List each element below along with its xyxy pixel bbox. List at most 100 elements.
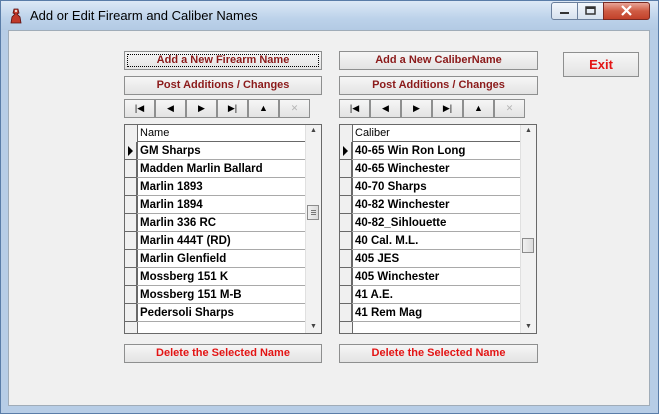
table-row[interactable]: 40-82 Winchester xyxy=(340,196,521,214)
add-caliber-button[interactable]: Add a New CaliberName xyxy=(339,51,538,70)
row-indicator[interactable] xyxy=(340,196,352,214)
row-indicator[interactable] xyxy=(340,286,352,304)
current-row-pointer-icon xyxy=(343,146,348,156)
exit-button[interactable]: Exit xyxy=(563,52,639,77)
table-row[interactable]: 41 A.E. xyxy=(340,286,521,304)
row-indicator[interactable] xyxy=(125,286,137,304)
row-indicator[interactable] xyxy=(340,178,352,196)
table-row[interactable]: 40-65 Winchester xyxy=(340,160,521,178)
table-cell[interactable]: Madden Marlin Ballard xyxy=(137,160,306,178)
row-indicator[interactable] xyxy=(125,142,137,160)
column-header-caliber[interactable]: Caliber xyxy=(353,125,521,142)
nav-edit-button[interactable]: ▲ xyxy=(248,99,279,118)
row-indicator[interactable] xyxy=(125,304,137,322)
row-indicator[interactable] xyxy=(125,196,137,214)
table-cell[interactable]: 40-65 Win Ron Long xyxy=(352,142,521,160)
scroll-down-arrow-icon[interactable]: ▼ xyxy=(306,321,321,333)
post-firearm-changes-button[interactable]: Post Additions / Changes xyxy=(124,76,322,95)
row-indicator[interactable] xyxy=(340,232,352,250)
table-cell[interactable]: 405 Winchester xyxy=(352,268,521,286)
table-row[interactable]: 40-65 Win Ron Long xyxy=(340,142,521,160)
table-row[interactable]: Mossberg 151 M-B xyxy=(125,286,306,304)
table-row[interactable]: Marlin 444T (RD) xyxy=(125,232,306,250)
table-cell[interactable]: 41 Rem Mag xyxy=(352,304,521,322)
row-indicator[interactable] xyxy=(125,232,137,250)
table-cell[interactable]: 40 Cal. M.L. xyxy=(352,232,521,250)
row-indicator[interactable] xyxy=(340,142,352,160)
title-bar[interactable]: Add or Edit Firearm and Caliber Names xyxy=(1,1,658,30)
table-cell[interactable]: Marlin 336 RC xyxy=(137,214,306,232)
scroll-up-arrow-icon[interactable]: ▲ xyxy=(521,125,536,137)
row-indicator[interactable] xyxy=(125,178,137,196)
nav-last-button[interactable]: ▶| xyxy=(217,99,248,118)
table-cell[interactable]: 41 A.E. xyxy=(352,286,521,304)
caliber-names-grid[interactable]: Caliber 40-65 Win Ron Long 40-65 Winchest… xyxy=(339,124,537,334)
row-indicator[interactable] xyxy=(340,214,352,232)
table-row[interactable]: Pedersoli Sharps xyxy=(125,304,306,322)
row-indicator[interactable] xyxy=(125,268,137,286)
caliber-navigator: |◀ ◀ ▶ ▶| ▲ ✕ xyxy=(339,99,525,118)
table-row[interactable]: GM Sharps xyxy=(125,142,306,160)
nav-prior-button[interactable]: ◀ xyxy=(370,99,401,118)
nav-cancel-button[interactable]: ✕ xyxy=(279,99,310,118)
nav-first-button[interactable]: |◀ xyxy=(124,99,155,118)
table-row[interactable]: Mossberg 151 K xyxy=(125,268,306,286)
add-firearm-button[interactable]: Add a New Firearm Name xyxy=(124,51,322,70)
vertical-scrollbar[interactable]: ▲ ▼ xyxy=(305,125,321,333)
table-row[interactable]: 405 JES xyxy=(340,250,521,268)
firearm-names-grid[interactable]: Name GM Sharps Madden Marlin Ballard Marli… xyxy=(124,124,322,334)
nav-prior-button[interactable]: ◀ xyxy=(155,99,186,118)
nav-first-button[interactable]: |◀ xyxy=(339,99,370,118)
row-indicator[interactable] xyxy=(125,160,137,178)
table-cell[interactable]: Mossberg 151 K xyxy=(137,268,306,286)
scroll-up-arrow-icon[interactable]: ▲ xyxy=(306,125,321,137)
table-row[interactable]: Marlin 1894 xyxy=(125,196,306,214)
table-cell[interactable]: Marlin 444T (RD) xyxy=(137,232,306,250)
table-cell[interactable]: 40-82_Sihlouette xyxy=(352,214,521,232)
maximize-button[interactable] xyxy=(577,2,604,20)
table-cell[interactable]: Marlin 1894 xyxy=(137,196,306,214)
row-indicator[interactable] xyxy=(340,304,352,322)
scroll-thumb[interactable] xyxy=(307,205,319,220)
row-indicator[interactable] xyxy=(340,250,352,268)
table-cell[interactable]: Pedersoli Sharps xyxy=(137,304,306,322)
table-cell[interactable]: 40-70 Sharps xyxy=(352,178,521,196)
table-row[interactable]: 40-70 Sharps xyxy=(340,178,521,196)
nav-cancel-button[interactable]: ✕ xyxy=(494,99,525,118)
table-cell[interactable]: 40-65 Winchester xyxy=(352,160,521,178)
current-row-pointer-icon xyxy=(128,146,133,156)
app-window: Add or Edit Firearm and Caliber Names Ad… xyxy=(0,0,659,414)
row-indicator[interactable] xyxy=(340,160,352,178)
scroll-thumb[interactable] xyxy=(522,238,534,253)
scroll-down-arrow-icon[interactable]: ▼ xyxy=(521,321,536,333)
vertical-scrollbar[interactable]: ▲ ▼ xyxy=(520,125,536,333)
row-indicator[interactable] xyxy=(125,250,137,268)
table-cell[interactable]: GM Sharps xyxy=(137,142,306,160)
minimize-button[interactable] xyxy=(551,2,578,20)
delete-caliber-button[interactable]: Delete the Selected Name xyxy=(339,344,538,363)
nav-last-button[interactable]: ▶| xyxy=(432,99,463,118)
table-row[interactable]: Marlin 336 RC xyxy=(125,214,306,232)
table-row[interactable]: Madden Marlin Ballard xyxy=(125,160,306,178)
table-row[interactable]: 405 Winchester xyxy=(340,268,521,286)
form-client-area: Add a New Firearm Name Post Additions / … xyxy=(8,30,650,406)
table-cell[interactable]: Mossberg 151 M-B xyxy=(137,286,306,304)
delete-firearm-button[interactable]: Delete the Selected Name xyxy=(124,344,322,363)
row-indicator[interactable] xyxy=(340,268,352,286)
table-row[interactable]: Marlin 1893 xyxy=(125,178,306,196)
table-cell[interactable]: 40-82 Winchester xyxy=(352,196,521,214)
nav-next-button[interactable]: ▶ xyxy=(186,99,217,118)
nav-next-button[interactable]: ▶ xyxy=(401,99,432,118)
table-cell[interactable]: Marlin 1893 xyxy=(137,178,306,196)
post-caliber-changes-button[interactable]: Post Additions / Changes xyxy=(339,76,538,95)
table-row[interactable]: 40-82_Sihlouette xyxy=(340,214,521,232)
table-row[interactable]: 41 Rem Mag xyxy=(340,304,521,322)
table-row[interactable]: Marlin Glenfield xyxy=(125,250,306,268)
table-cell[interactable]: Marlin Glenfield xyxy=(137,250,306,268)
close-button[interactable] xyxy=(603,2,650,20)
table-cell[interactable]: 405 JES xyxy=(352,250,521,268)
row-indicator[interactable] xyxy=(125,214,137,232)
table-row[interactable]: 40 Cal. M.L. xyxy=(340,232,521,250)
column-header-name[interactable]: Name xyxy=(138,125,306,142)
nav-edit-button[interactable]: ▲ xyxy=(463,99,494,118)
